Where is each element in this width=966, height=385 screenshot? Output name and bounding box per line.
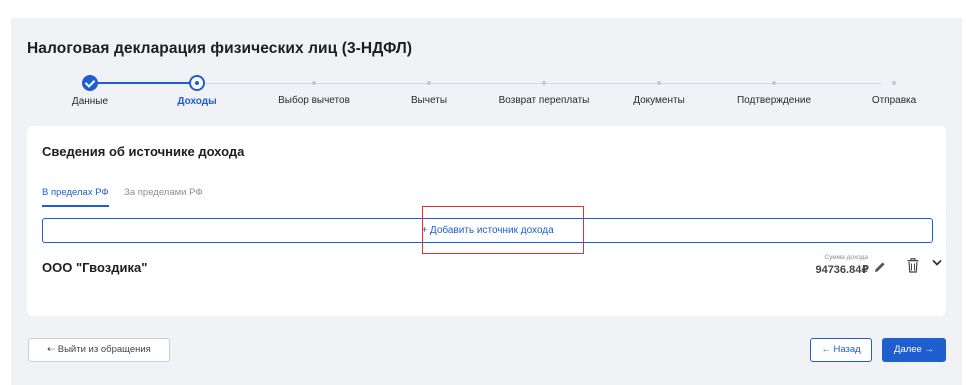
step-label: Выбор вычетов (278, 95, 350, 106)
tab-domestic[interactable]: В пределах РФ (42, 187, 109, 207)
stepper: Данные Доходы Выбор вычетов Вычеты Возвр… (11, 70, 962, 130)
tab-foreign[interactable]: За пределами РФ (124, 187, 202, 205)
step-sending[interactable]: Отправка (834, 70, 954, 106)
step-dot (657, 81, 661, 85)
exit-request-button[interactable]: ⇠ Выйти из обращения (28, 338, 170, 362)
step-label: Подтверждение (736, 95, 812, 106)
check-icon (82, 75, 98, 91)
step-label: Данные (71, 96, 109, 107)
add-income-source-button[interactable]: + Добавить источник дохода (42, 218, 933, 243)
step-dot (772, 81, 776, 85)
step-label: Отправка (871, 95, 917, 106)
step-deduction-choice[interactable]: Выбор вычетов (254, 70, 374, 106)
step-label: Вычеты (410, 95, 448, 106)
amount-value: 94736.84₽ (815, 264, 869, 276)
tabs: В пределах РФ За пределами РФ (42, 182, 214, 207)
declaration-panel: Налоговая декларация физических лиц (3-Н… (11, 18, 962, 385)
card-title: Сведения об источнике дохода (42, 144, 245, 159)
step-label: Документы (633, 95, 685, 106)
step-label: Возврат переплаты (498, 95, 590, 106)
chevron-down-icon[interactable] (932, 259, 942, 267)
step-dot (427, 81, 431, 85)
step-data[interactable]: Данные (30, 70, 150, 107)
step-dot (892, 81, 896, 85)
page-title: Налоговая декларация физических лиц (3-Н… (27, 40, 413, 57)
trash-icon[interactable] (907, 258, 919, 273)
step-documents[interactable]: Документы (599, 70, 719, 106)
income-source-name: ООО "Гвоздика" (42, 260, 148, 275)
income-source-card: Сведения об источнике дохода В пределах … (27, 126, 946, 316)
step-deductions[interactable]: Вычеты (369, 70, 489, 106)
next-button[interactable]: Далее → (882, 338, 946, 362)
step-dot (542, 81, 546, 85)
pencil-icon[interactable] (874, 261, 886, 273)
step-refund[interactable]: Возврат переплаты (484, 70, 604, 106)
step-dot (312, 81, 316, 85)
back-button[interactable]: ← Назад (810, 338, 872, 362)
current-step-icon (189, 75, 205, 91)
amount-caption: Сумма дохода (824, 254, 868, 261)
step-confirmation[interactable]: Подтверждение (714, 70, 834, 106)
step-income[interactable]: Доходы (137, 70, 257, 107)
step-label: Доходы (177, 96, 217, 107)
